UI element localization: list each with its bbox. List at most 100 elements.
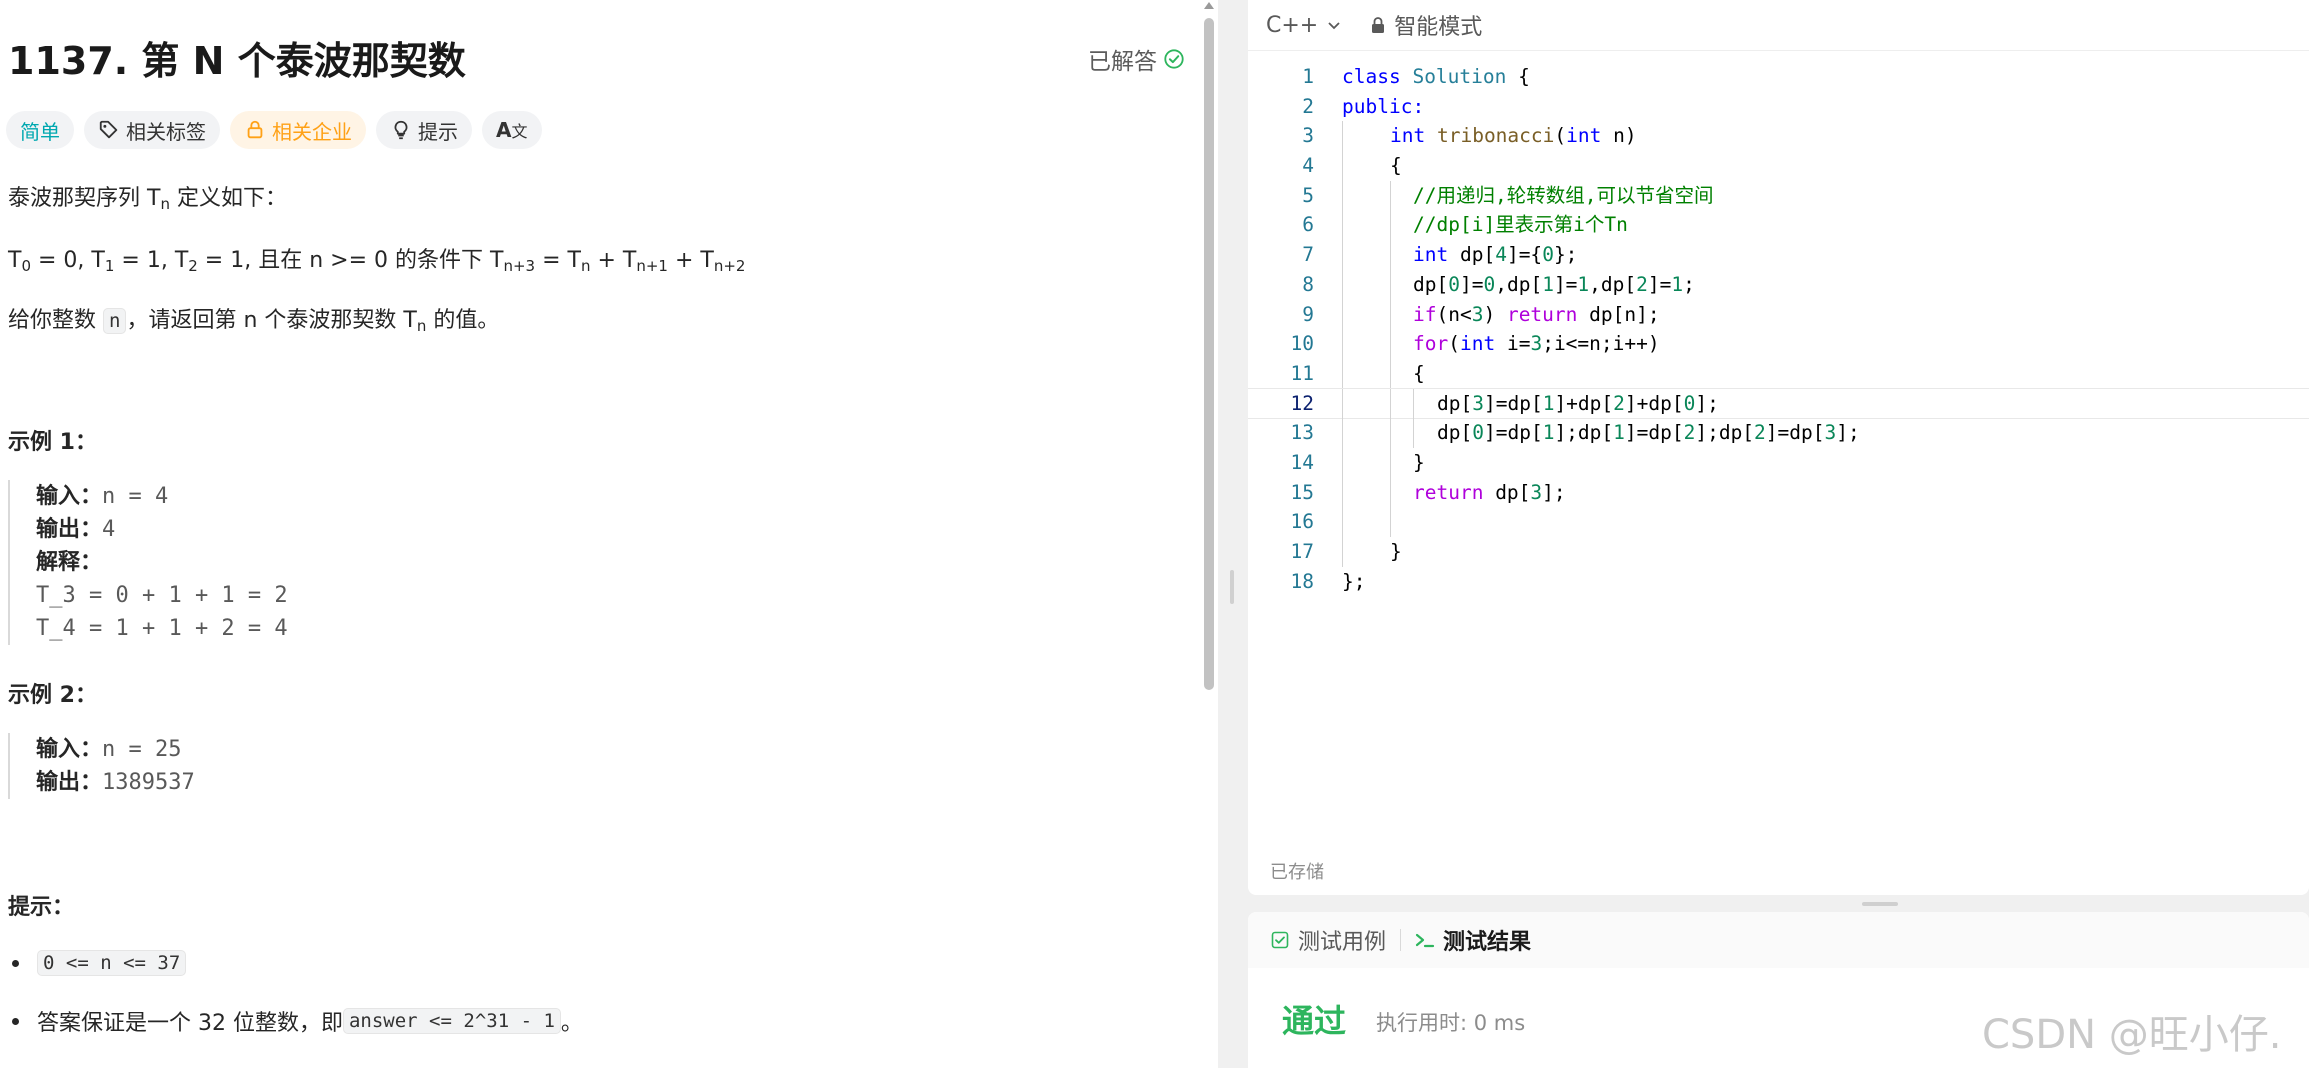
indent-guide	[1390, 329, 1391, 359]
line-number: 15	[1290, 480, 1314, 504]
code-line: int dp[4]={0};	[1413, 243, 1578, 267]
hint-button[interactable]: 提示	[376, 111, 472, 149]
tab-result[interactable]: 测试结果	[1415, 924, 1531, 956]
code-area[interactable]: 1 class Solution { 2 public: 3 int tribonac…	[1248, 62, 2309, 596]
indent-guide	[1342, 121, 1343, 152]
hint-label: 提示	[418, 119, 458, 144]
editor-line: 3 int tribonacci(int n)	[1248, 121, 2309, 152]
code-line: return dp[3];	[1413, 480, 1566, 504]
indent-guide	[1390, 358, 1391, 389]
editor-line: 11 {	[1248, 358, 2309, 389]
editor-line: 16	[1248, 507, 2309, 537]
indent-guide	[1413, 388, 1414, 419]
editor-line: 13 dp[0]=dp[1];dp[1]=dp[2];dp[2]=dp[3];	[1248, 418, 2309, 448]
code-line: int tribonacci(int n)	[1390, 124, 1637, 148]
code-line: {	[1390, 154, 1402, 178]
indent-guide	[1342, 151, 1343, 181]
indent-guide	[1390, 180, 1391, 211]
code-line: }	[1413, 450, 1425, 474]
verdict-label: 通过	[1282, 1002, 1347, 1040]
line-number: 11	[1290, 361, 1314, 385]
horizontal-resize-handle[interactable]	[1862, 902, 1898, 906]
description-scrollbar[interactable]	[1200, 0, 1218, 1068]
problem-panel: 1137. 第 N 个泰波那契数 已解答 简单 相关标签 相关企业 提示 A文 …	[0, 0, 1218, 1068]
indent-guide	[1342, 388, 1343, 419]
problem-title: 1137. 第 N 个泰波那契数	[8, 39, 466, 83]
code-line: }	[1390, 540, 1402, 563]
language-label: C++	[1266, 12, 1319, 38]
description-line-1: 泰波那契序列 Tn 定义如下：	[8, 186, 287, 213]
indent-guide	[1342, 210, 1343, 241]
example-1-heading: 示例 1：	[8, 430, 97, 455]
editor-line: 18};	[1248, 567, 2309, 597]
translate-icon: A	[496, 118, 512, 142]
related-companies-button[interactable]: 相关企业	[230, 111, 366, 149]
smart-mode-label: 智能模式	[1394, 15, 1483, 40]
line-number: 4	[1302, 154, 1314, 178]
line-number: 2	[1302, 94, 1314, 118]
editor-line: 1 class Solution {	[1248, 62, 2309, 92]
scroll-up-icon[interactable]	[1204, 2, 1214, 9]
line-number: 10	[1290, 332, 1314, 356]
editor-line: 17}	[1248, 537, 2309, 567]
editor-line: 5 //用递归,轮转数组,可以节省空间	[1248, 180, 2309, 211]
solved-label: 已解答	[1088, 49, 1157, 75]
indent-guide	[1413, 418, 1414, 448]
saved-status: 已存储	[1270, 862, 1324, 883]
tab-result-label: 测试结果	[1443, 930, 1532, 955]
chevron-down-icon	[1328, 22, 1340, 30]
code-line: public:	[1342, 94, 1425, 118]
code-line: dp[0]=0,dp[1]=1,dp[2]=1;	[1413, 272, 1695, 296]
line-number: 3	[1302, 124, 1314, 148]
editor-line: 7 int dp[4]={0};	[1248, 240, 2309, 270]
tab-testcase-label: 测试用例	[1298, 930, 1387, 955]
editor-line: 15 return dp[3];	[1248, 477, 2309, 508]
line-number: 6	[1302, 213, 1314, 237]
line-number: 18	[1290, 569, 1314, 593]
check-circle-icon	[1164, 49, 1184, 69]
runtime-label: 执行用时: 0 ms	[1376, 1011, 1526, 1035]
difficulty-label: 简单	[20, 119, 60, 144]
code-line: {	[1413, 361, 1425, 385]
example-1-block: 输入：n = 4 输出：4 解释： T_3 = 0 + 1 + 1 = 2 T_…	[8, 480, 288, 645]
code-line: for(int i=3;i<=n;i++)	[1413, 332, 1660, 356]
smart-mode-toggle[interactable]: 智能模式	[1370, 9, 1482, 41]
indent-guide	[1342, 418, 1343, 448]
scrollbar-thumb[interactable]	[1204, 18, 1214, 690]
line-number: 12	[1290, 391, 1314, 415]
indent-guide	[1390, 447, 1391, 478]
translate-button[interactable]: A文	[482, 111, 542, 149]
code-line: //用递归,轮转数组,可以节省空间	[1413, 183, 1714, 207]
indent-guide	[1390, 388, 1391, 419]
editor-line: 4{	[1248, 151, 2309, 181]
line-number: 5	[1302, 183, 1314, 207]
indent-guide	[1390, 477, 1391, 508]
code-line: class Solution {	[1342, 65, 1530, 88]
example-2-block: 输入：n = 25 输出：1389537	[8, 733, 195, 799]
checkbox-icon	[1271, 931, 1289, 949]
indent-guide	[1342, 180, 1343, 211]
difficulty-badge[interactable]: 简单	[6, 111, 74, 149]
line-number: 17	[1290, 540, 1314, 563]
related-companies-label: 相关企业	[272, 119, 352, 144]
result-tabs: 测试用例 测试结果	[1248, 912, 2309, 968]
line-number: 7	[1302, 243, 1314, 267]
indent-guide	[1342, 299, 1343, 330]
indent-guide	[1342, 447, 1343, 478]
indent-guide	[1390, 507, 1391, 537]
panel-divider[interactable]	[1218, 0, 1248, 1068]
tab-testcase[interactable]: 测试用例	[1270, 924, 1386, 956]
related-tags-label: 相关标签	[126, 119, 206, 144]
code-line-current: dp[3]=dp[1]+dp[2]+dp[0];	[1437, 391, 1719, 415]
editor-line: 10 for(int i=3;i<=n;i++)	[1248, 329, 2309, 359]
translate-glyph: 文	[511, 122, 528, 141]
tag-icon	[99, 120, 118, 139]
editor-line: 14}	[1248, 447, 2309, 478]
solved-status: 已解答	[1088, 42, 1185, 76]
language-select[interactable]: C++	[1266, 13, 1342, 38]
line-number: 9	[1302, 302, 1314, 326]
related-tags-button[interactable]: 相关标签	[84, 111, 220, 149]
editor-toolbar: C++ 智能模式	[1248, 0, 2309, 51]
indent-guide	[1390, 299, 1391, 330]
divider-grip[interactable]	[1230, 570, 1234, 604]
